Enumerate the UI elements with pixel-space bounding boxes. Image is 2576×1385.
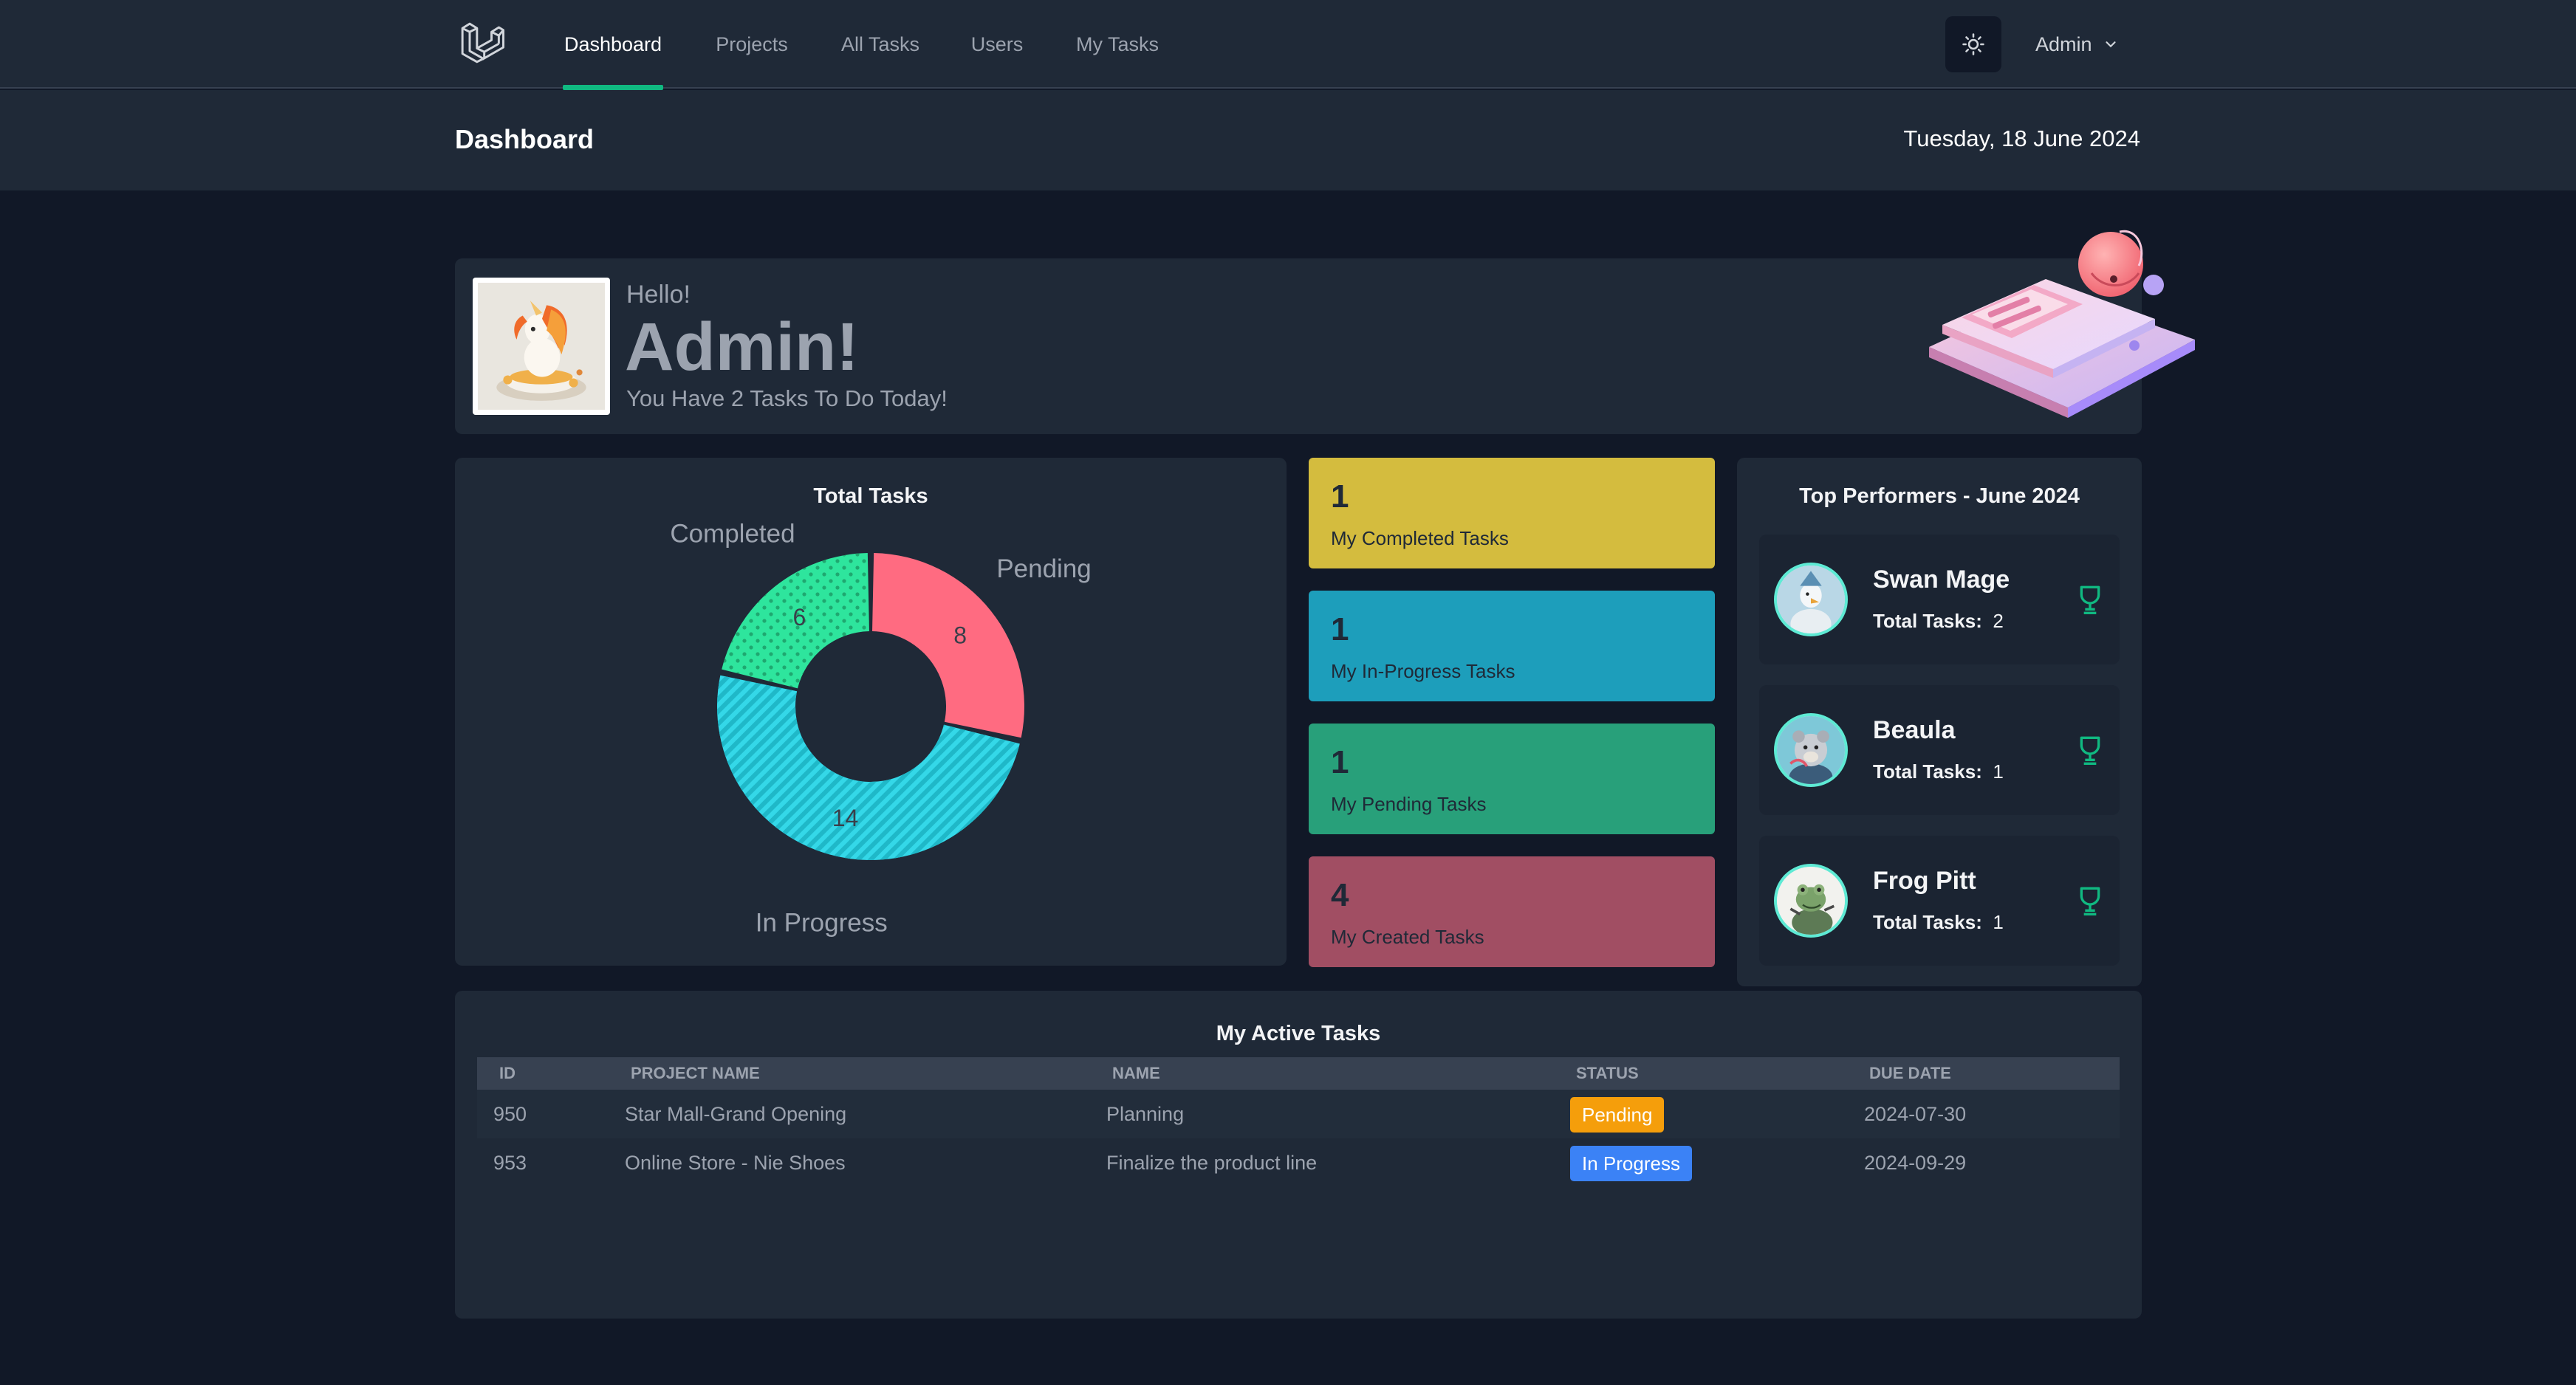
stat-in-progress-tasks[interactable]: 1 My In-Progress Tasks <box>1309 591 1715 701</box>
performer-item[interactable]: Beaula Total Tasks: 1 <box>1759 685 2120 815</box>
total-tasks-card: Total Tasks 8 Pending 14 In Progress 6 Comple… <box>455 458 1287 966</box>
performer-item[interactable]: Swan Mage Total Tasks: 2 <box>1759 535 2120 664</box>
trophy-icon <box>2080 887 2100 915</box>
nav-users[interactable]: Users <box>967 0 1027 89</box>
task-due-date: 2024-09-29 <box>1864 1152 1967 1174</box>
performer-task-count: Total Tasks: 1 <box>1873 760 2004 783</box>
total-tasks-value: 1 <box>1993 760 2004 783</box>
stat-in-progress-label: My In-Progress Tasks <box>1331 660 1515 682</box>
page-header: Dashboard Tuesday, 18 June 2024 <box>0 90 2576 190</box>
slice-value-pending: 8 <box>953 622 967 648</box>
task-due-date: 2024-07-30 <box>1864 1103 1967 1125</box>
beaula-avatar-image <box>1777 716 1845 784</box>
swan-mage-avatar-image <box>1777 566 1845 633</box>
task-name[interactable]: Finalize the product line <box>1106 1138 1317 1187</box>
task-project-name[interactable]: Online Store - Nie Shoes <box>625 1138 846 1187</box>
dashboard-illustration <box>1929 230 2195 418</box>
stat-created-count: 4 <box>1331 877 1349 913</box>
nav-my-tasks[interactable]: My Tasks <box>1074 0 1161 89</box>
table-header: ID PROJECT NAME NAME STATUS DUE DATE <box>477 1057 2120 1090</box>
total-tasks-label: Total Tasks: <box>1873 610 1982 632</box>
greeting-text: Hello! <box>626 281 691 309</box>
slice-label-pending: Pending <box>996 554 1091 583</box>
stat-completed-tasks[interactable]: 1 My Completed Tasks <box>1309 458 1715 568</box>
total-tasks-value: 2 <box>1993 610 2004 632</box>
performer-task-count: Total Tasks: 2 <box>1873 610 2004 633</box>
stat-pending-count: 1 <box>1331 744 1349 780</box>
nav-all-tasks[interactable]: All Tasks <box>839 0 922 89</box>
laravel-logo-icon[interactable] <box>458 19 505 66</box>
performer-item[interactable]: Frog Pitt Total Tasks: 1 <box>1759 836 2120 966</box>
top-performers-card: Top Performers - June 2024 Swan Mage Tot… <box>1737 458 2142 986</box>
task-id: 953 <box>493 1152 527 1174</box>
stat-completed-label: My Completed Tasks <box>1331 527 1509 549</box>
avatar <box>1774 563 1848 636</box>
table-row[interactable]: 953 Online Store - Nie Shoes Finalize th… <box>477 1138 2120 1187</box>
status-badge: In Progress <box>1570 1146 1692 1181</box>
avatar <box>1774 713 1848 787</box>
stat-pending-tasks[interactable]: 1 My Pending Tasks <box>1309 724 1715 834</box>
slice-value-completed: 6 <box>792 604 806 630</box>
task-project-name[interactable]: Star Mall-Grand Opening <box>625 1090 846 1138</box>
total-tasks-label: Total Tasks: <box>1873 911 1982 933</box>
column-header-project-name[interactable]: PROJECT NAME <box>631 1057 760 1090</box>
nav-dashboard[interactable]: Dashboard <box>563 0 663 90</box>
column-header-due-date[interactable]: DUE DATE <box>1869 1057 1951 1090</box>
current-date: Tuesday, 18 June 2024 <box>1903 126 2140 151</box>
active-tasks-title: My Active Tasks <box>1216 1022 1381 1045</box>
page-title: Dashboard <box>455 124 595 154</box>
trophy-icon <box>2080 736 2100 765</box>
nav-projects[interactable]: Projects <box>710 0 793 89</box>
avatar <box>1774 864 1848 938</box>
trophy-icon <box>2080 585 2100 614</box>
welcome-user-name: Admin! <box>625 309 859 385</box>
frog-pitt-avatar-image <box>1777 867 1845 935</box>
user-menu-dropdown[interactable]: Admin <box>2035 0 2119 89</box>
chevron-down-icon <box>2105 41 2116 48</box>
task-name[interactable]: Planning <box>1106 1090 1184 1138</box>
slice-value-in-progress: 14 <box>832 805 859 831</box>
total-tasks-label: Total Tasks: <box>1873 760 1982 783</box>
column-header-id[interactable]: ID <box>499 1057 515 1090</box>
active-tasks-card: My Active Tasks ID PROJECT NAME NAME STA… <box>455 991 2142 1319</box>
theme-toggle-button[interactable] <box>1945 16 2001 72</box>
slice-label-completed: Completed <box>670 519 795 548</box>
top-performers-title: Top Performers - June 2024 <box>1799 484 2080 508</box>
column-header-name[interactable]: NAME <box>1112 1057 1160 1090</box>
user-menu-label: Admin <box>2035 33 2092 55</box>
performer-task-count: Total Tasks: 1 <box>1873 911 2004 934</box>
welcome-card: Hello! Admin! You Have 2 Tasks To Do Tod… <box>455 258 2142 434</box>
column-header-status[interactable]: STATUS <box>1576 1057 1639 1090</box>
sun-icon <box>1962 33 1984 55</box>
unicorn-avatar-image <box>478 283 605 410</box>
stat-created-label: My Created Tasks <box>1331 926 1484 948</box>
stat-in-progress-count: 1 <box>1331 611 1349 647</box>
top-navbar: Dashboard Projects All Tasks Users My Ta… <box>0 0 2576 90</box>
total-tasks-donut-chart: 8 Pending 14 In Progress 6 Completed <box>670 519 1091 937</box>
performer-name: Swan Mage <box>1873 566 2010 594</box>
stat-completed-count: 1 <box>1331 478 1349 515</box>
table-row[interactable]: 950 Star Mall-Grand Opening Planning Pen… <box>477 1090 2120 1138</box>
total-tasks-value: 1 <box>1993 911 2004 933</box>
slice-label-in-progress: In Progress <box>756 908 888 937</box>
status-badge: Pending <box>1570 1097 1665 1133</box>
stat-pending-label: My Pending Tasks <box>1331 793 1487 815</box>
user-avatar <box>473 278 610 415</box>
stat-created-tasks[interactable]: 4 My Created Tasks <box>1309 856 1715 967</box>
tasks-today-message: You Have 2 Tasks To Do Today! <box>626 385 948 411</box>
performer-name: Beaula <box>1873 716 1956 744</box>
task-id: 950 <box>493 1103 527 1125</box>
performer-name: Frog Pitt <box>1873 867 1976 895</box>
